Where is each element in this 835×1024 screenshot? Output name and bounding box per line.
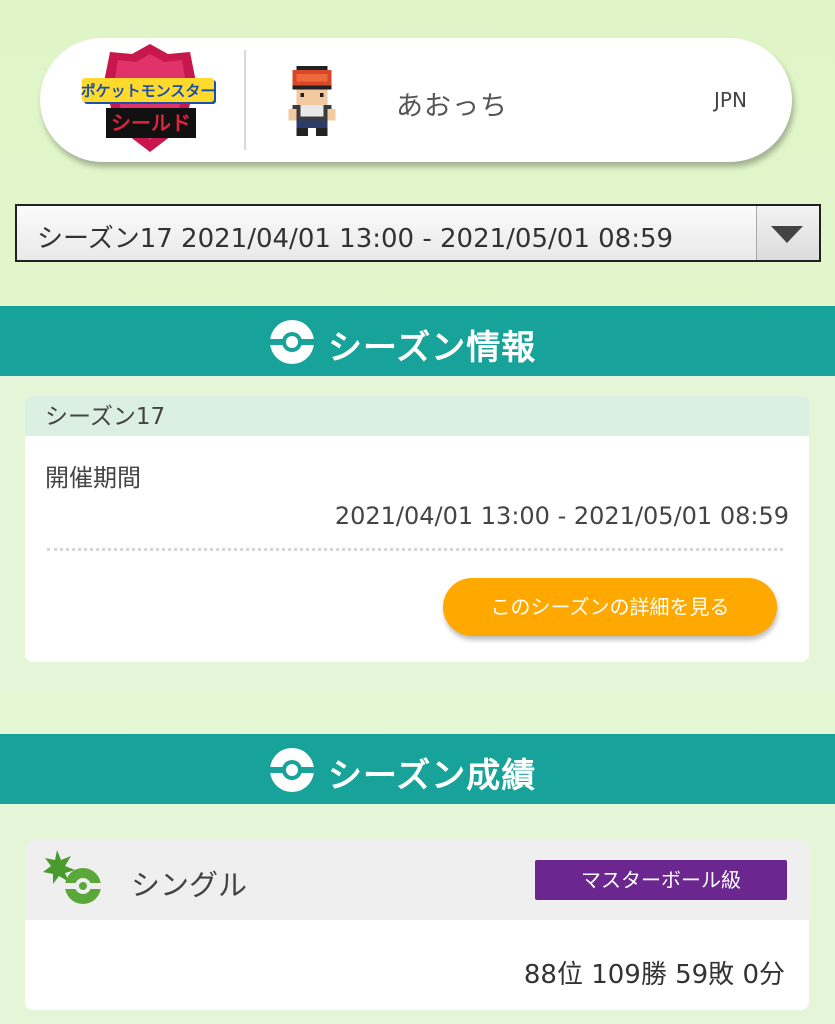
season-dropdown-toggle[interactable]	[756, 206, 819, 260]
season-dropdown[interactable]: シーズン17 2021/04/01 13:00 - 2021/05/01 08:…	[15, 204, 821, 262]
battle-record: 88位 109勝 59敗 0分	[523, 960, 785, 990]
battle-mode-label: シングル	[131, 868, 248, 902]
pokeball-icon	[270, 748, 314, 792]
season-dropdown-value: シーズン17 2021/04/01 13:00 - 2021/05/01 08:…	[37, 224, 674, 254]
season-results-header: シーズン成績	[0, 734, 835, 804]
battle-card-head: シングル マスターボール級	[25, 840, 809, 920]
player-region: JPN	[714, 88, 747, 112]
rank-class-badge: マスターボール級	[535, 860, 787, 900]
svg-text:シールド: シールド	[111, 111, 191, 135]
trainer-profile-card: ポケットモンスター シールド あおっち JPN	[40, 38, 792, 162]
period-label: 開催期間	[45, 464, 141, 492]
season-detail-button[interactable]: このシーズンの詳細を見る	[443, 578, 777, 636]
single-battle-card: シングル マスターボール級 88位 109勝 59敗 0分	[25, 840, 809, 1010]
pokemon-shield-logo: ポケットモンスター シールド	[81, 44, 216, 152]
period-value: 2021/04/01 13:00 - 2021/05/01 08:59	[334, 502, 789, 530]
season-info-title: シーズン情報	[328, 328, 537, 368]
svg-text:ポケットモンスター: ポケットモンスター	[81, 82, 216, 100]
trainer-avatar	[288, 66, 336, 136]
pokeball-icon	[270, 320, 314, 364]
chevron-down-icon	[771, 226, 803, 243]
season-results-title: シーズン成績	[328, 756, 537, 796]
season-name: シーズン17	[25, 396, 809, 436]
single-battle-icon	[43, 850, 101, 904]
season-info-header: シーズン情報	[0, 306, 835, 376]
profile-divider	[244, 50, 246, 150]
dotted-divider	[47, 548, 783, 553]
season-info-card: シーズン17 開催期間 2021/04/01 13:00 - 2021/05/0…	[25, 396, 809, 662]
player-name: あおっち	[396, 91, 508, 122]
